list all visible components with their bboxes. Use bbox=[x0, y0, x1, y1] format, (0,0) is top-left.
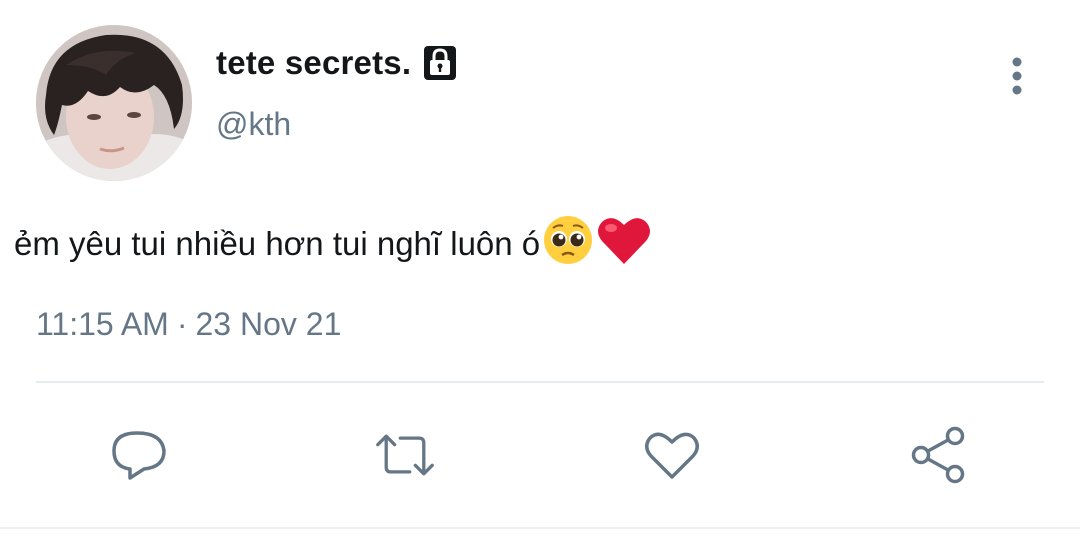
tweet-text: ẻm yêu tui nhiều hơn tui nghĩ luôn ó bbox=[14, 225, 541, 262]
more-vertical-icon bbox=[1012, 57, 1022, 95]
tweet-time: 11:15 AM bbox=[36, 306, 169, 342]
reply-icon bbox=[112, 431, 166, 480]
tweet-body: ẻm yêu tui nhiều hơn tui nghĩ luôn ó bbox=[14, 214, 652, 274]
share-icon bbox=[911, 426, 965, 484]
retweet-icon bbox=[376, 434, 434, 476]
like-button[interactable] bbox=[641, 424, 703, 486]
tweet-timestamp[interactable]: 11:15 AM · 23 Nov 21 bbox=[36, 306, 341, 343]
display-name-row: tete secrets. bbox=[216, 40, 457, 86]
heart-icon bbox=[645, 432, 699, 479]
bottom-divider bbox=[0, 527, 1080, 529]
reply-button[interactable] bbox=[108, 424, 170, 486]
timestamp-separator: · bbox=[176, 306, 188, 342]
user-handle[interactable]: @kth bbox=[216, 106, 291, 143]
red-heart-icon bbox=[596, 214, 652, 274]
lock-icon bbox=[423, 45, 457, 81]
tweet-date: 23 Nov 21 bbox=[195, 306, 342, 342]
display-name[interactable]: tete secrets. bbox=[216, 44, 411, 82]
share-button[interactable] bbox=[908, 424, 970, 486]
tweet-detail: tete secrets. @kth ẻm yêu tui nhiều hơn … bbox=[0, 0, 1080, 546]
retweet-button[interactable] bbox=[374, 424, 436, 486]
pleading-face-icon bbox=[542, 214, 594, 274]
avatar[interactable] bbox=[36, 25, 192, 181]
action-bar bbox=[0, 424, 1080, 486]
more-options-button[interactable] bbox=[1000, 50, 1034, 102]
divider bbox=[36, 381, 1044, 383]
